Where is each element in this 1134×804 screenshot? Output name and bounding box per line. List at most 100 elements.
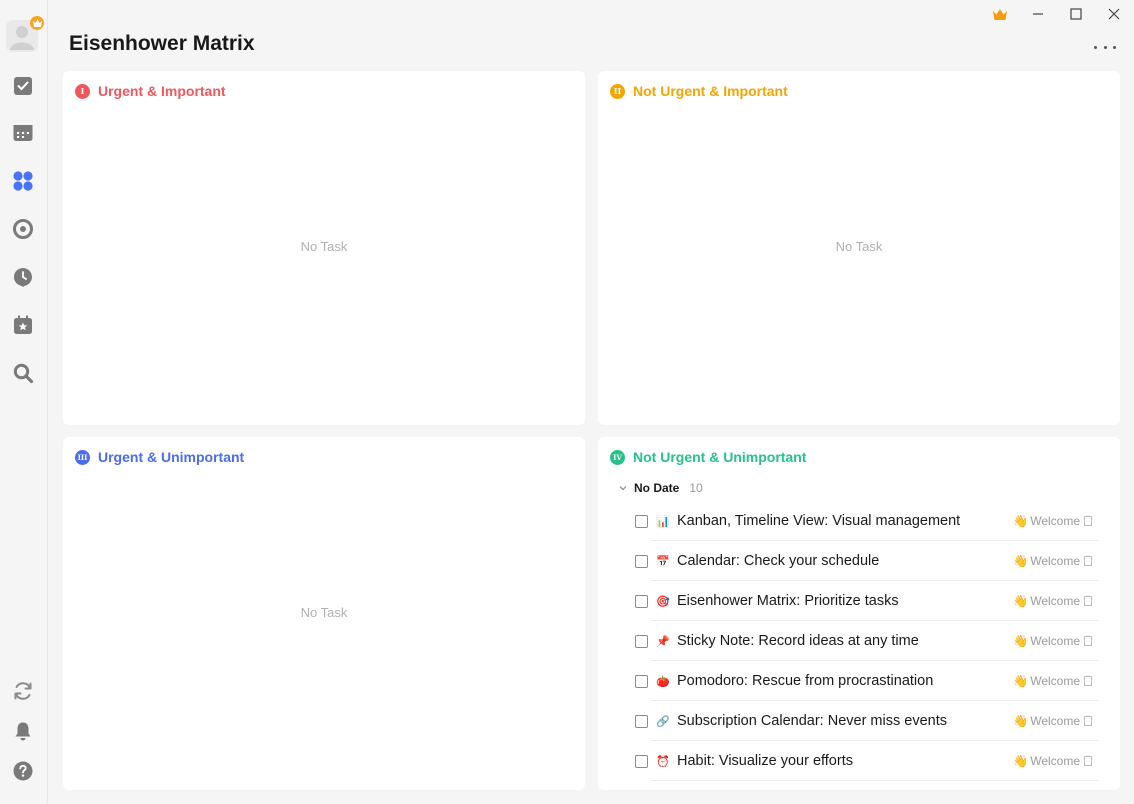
row-divider <box>651 780 1098 781</box>
task-list-name: Welcome <box>1030 754 1080 768</box>
sync-icon[interactable] <box>8 676 38 706</box>
group-count: 10 <box>689 481 703 495</box>
task-list-tag: 👋 Welcome <box>1013 754 1092 768</box>
main-area: Eisenhower Matrix I Urgent & Important N… <box>49 0 1134 804</box>
task-emoji-icon: 📊 <box>656 515 670 528</box>
task-list-name: Welcome <box>1030 514 1080 528</box>
quadrant-title: Not Urgent & Unimportant <box>633 449 807 465</box>
close-icon[interactable] <box>1100 4 1128 24</box>
task-title[interactable]: Pomodoro: Rescue from procrastination <box>677 673 933 689</box>
task-emoji-icon: 🍅 <box>656 675 670 688</box>
note-icon <box>1084 636 1092 646</box>
task-title[interactable]: Sticky Note: Record ideas at any time <box>677 633 919 649</box>
empty-state: No Task <box>835 239 883 254</box>
task-title[interactable]: Eisenhower Matrix: Prioritize tasks <box>677 593 899 609</box>
sidebar <box>0 0 48 804</box>
task-list-name: Welcome <box>1030 594 1080 608</box>
quadrant-title: Urgent & Important <box>98 83 226 99</box>
premium-crown-icon[interactable] <box>986 4 1014 24</box>
wave-hand-icon: 👋 <box>1013 754 1029 768</box>
task-row[interactable]: ⏰ Habit: Visualize your efforts 👋 Welcome <box>598 741 1120 781</box>
task-title[interactable]: Kanban, Timeline View: Visual management <box>677 513 960 529</box>
habit-icon[interactable] <box>8 262 38 292</box>
task-list: 📊 Kanban, Timeline View: Visual managemen… <box>598 501 1120 781</box>
task-emoji-icon: 🎯 <box>656 595 670 608</box>
quadrant-header: III Urgent & Unimportant <box>75 449 244 465</box>
quadrant-header: I Urgent & Important <box>75 83 226 99</box>
wave-hand-icon: 👋 <box>1013 554 1029 568</box>
task-emoji-icon: 📅 <box>656 555 670 568</box>
minimize-icon[interactable] <box>1024 4 1052 24</box>
quadrant-not-urgent-important[interactable]: II Not Urgent & Important No Task <box>598 71 1120 425</box>
task-checkbox[interactable] <box>635 674 648 688</box>
note-icon <box>1084 516 1092 526</box>
numeral-badge-icon: IV <box>610 449 625 465</box>
task-list-name: Welcome <box>1030 714 1080 728</box>
wave-hand-icon: 👋 <box>1013 514 1029 528</box>
task-checkbox[interactable] <box>635 634 648 648</box>
empty-state: No Task <box>300 605 348 620</box>
note-icon <box>1084 556 1092 566</box>
task-title[interactable]: Habit: Visualize your efforts <box>677 753 853 769</box>
task-list-tag: 👋 Welcome <box>1013 714 1092 728</box>
task-list-tag: 👋 Welcome <box>1013 594 1092 608</box>
note-icon <box>1084 756 1092 766</box>
countdown-icon[interactable] <box>8 310 38 340</box>
help-icon[interactable] <box>8 756 38 786</box>
numeral-badge-icon: II <box>610 83 625 99</box>
note-icon <box>1084 596 1092 606</box>
note-icon <box>1084 676 1092 686</box>
task-row[interactable]: 📅 Calendar: Check your schedule 👋 Welcome <box>598 541 1120 581</box>
task-list-tag: 👋 Welcome <box>1013 514 1092 528</box>
quadrant-urgent-unimportant[interactable]: III Urgent & Unimportant No Task <box>63 437 585 790</box>
quadrant-title: Not Urgent & Important <box>633 83 788 99</box>
quadrant-urgent-important[interactable]: I Urgent & Important No Task <box>63 71 585 425</box>
wave-hand-icon: 👋 <box>1013 594 1029 608</box>
task-emoji-icon: 🔗 <box>656 715 670 728</box>
group-title: No Date <box>634 481 680 495</box>
group-header[interactable]: No Date 10 <box>618 481 703 495</box>
task-check-icon[interactable] <box>8 71 38 101</box>
window-controls <box>986 4 1128 24</box>
task-emoji-icon: ⏰ <box>656 755 670 768</box>
more-dots-icon[interactable] <box>1094 40 1116 54</box>
task-title[interactable]: Subscription Calendar: Never miss events <box>677 713 947 729</box>
empty-state: No Task <box>300 239 348 254</box>
task-row[interactable]: 📊 Kanban, Timeline View: Visual managemen… <box>598 501 1120 541</box>
wave-hand-icon: 👋 <box>1013 674 1029 688</box>
wave-hand-icon: 👋 <box>1013 634 1029 648</box>
quadrant-title: Urgent & Unimportant <box>98 449 245 465</box>
numeral-badge-icon: I <box>75 83 90 99</box>
task-row[interactable]: 🔗 Subscription Calendar: Never miss event… <box>598 701 1120 741</box>
task-checkbox[interactable] <box>635 594 648 608</box>
numeral-badge-icon: III <box>75 449 90 465</box>
wave-hand-icon: 👋 <box>1013 714 1029 728</box>
chevron-down-icon[interactable] <box>618 483 628 493</box>
maximize-icon[interactable] <box>1062 4 1090 24</box>
task-checkbox[interactable] <box>635 714 648 728</box>
task-row[interactable]: 🍅 Pomodoro: Rescue from procrastination 👋 W… <box>598 661 1120 701</box>
bell-icon[interactable] <box>8 716 38 746</box>
task-emoji-icon: 📌 <box>656 635 670 648</box>
page-title: Eisenhower Matrix <box>69 32 255 55</box>
quadrant-header: IV Not Urgent & Unimportant <box>610 449 806 465</box>
search-icon[interactable] <box>8 358 38 388</box>
pomodoro-icon[interactable] <box>8 214 38 244</box>
task-checkbox[interactable] <box>635 514 648 528</box>
matrix-icon[interactable] <box>8 166 38 196</box>
note-icon <box>1084 716 1092 726</box>
task-checkbox[interactable] <box>635 554 648 568</box>
task-title[interactable]: Calendar: Check your schedule <box>677 553 879 569</box>
quadrant-header: II Not Urgent & Important <box>610 83 788 99</box>
task-list-name: Welcome <box>1030 674 1080 688</box>
premium-crown-icon <box>30 16 44 30</box>
task-checkbox[interactable] <box>635 754 648 768</box>
task-list-tag: 👋 Welcome <box>1013 634 1092 648</box>
task-list-tag: 👋 Welcome <box>1013 554 1092 568</box>
task-row[interactable]: 🎯 Eisenhower Matrix: Prioritize tasks 👋 Wel… <box>598 581 1120 621</box>
task-row[interactable]: 📌 Sticky Note: Record ideas at any time 👋 W… <box>598 621 1120 661</box>
task-list-name: Welcome <box>1030 554 1080 568</box>
calendar-icon[interactable] <box>8 118 38 148</box>
task-list-name: Welcome <box>1030 634 1080 648</box>
quadrant-not-urgent-unimportant[interactable]: IV Not Urgent & Unimportant No Date 10 📊… <box>598 437 1120 790</box>
